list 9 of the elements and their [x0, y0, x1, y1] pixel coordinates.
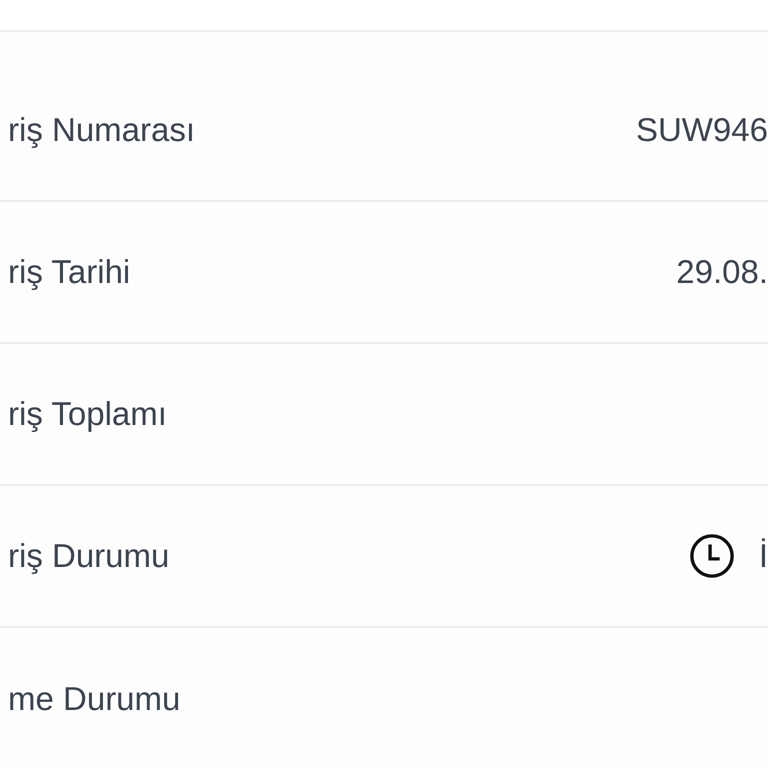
row-value: SUW946	[636, 110, 768, 150]
row-label: me Durumu	[8, 679, 180, 720]
row-value: İ	[758, 536, 768, 576]
row-value: 29.08.	[676, 252, 768, 292]
row-label: riş Tarihi	[8, 252, 130, 292]
clock-icon	[688, 533, 735, 579]
row-label: riş Toplamı	[8, 394, 167, 434]
row-label: riş Durumu	[8, 536, 170, 576]
row-label: riş Numarası	[8, 110, 196, 150]
